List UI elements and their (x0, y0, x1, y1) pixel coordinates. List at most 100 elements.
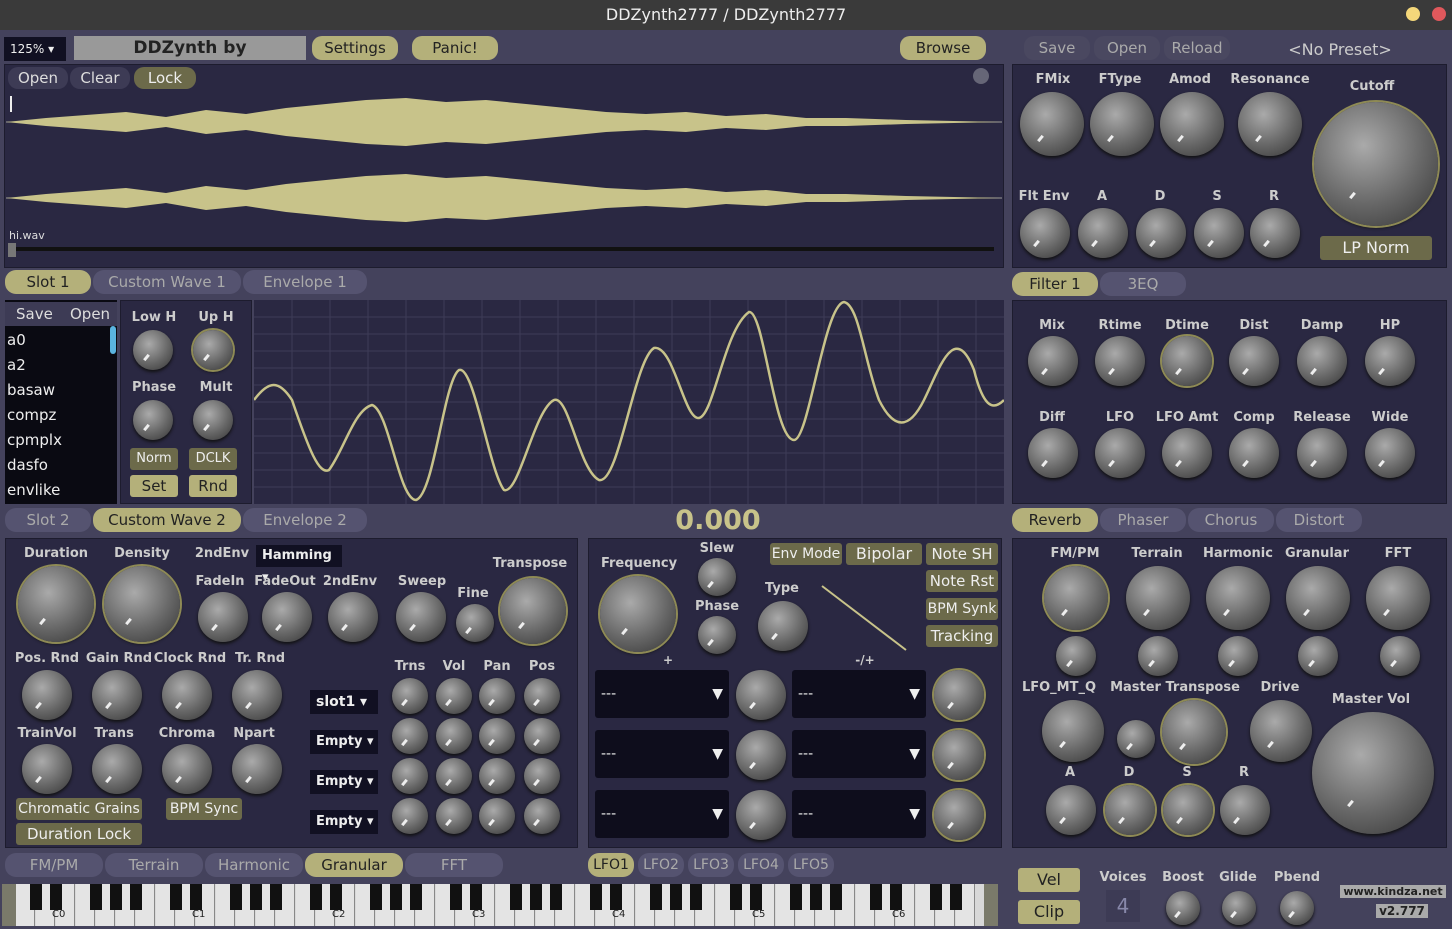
waveform-display[interactable] (6, 90, 1002, 240)
lfo-target-select[interactable]: --- ▼ (792, 790, 926, 838)
tab-lfo4[interactable]: LFO4 (738, 853, 784, 877)
website-link[interactable]: www.kindza.net (1340, 885, 1446, 898)
window-select[interactable]: Hamming ▾ (256, 545, 342, 585)
tab-distort[interactable]: Distort (1276, 508, 1362, 532)
pos-knob[interactable] (524, 758, 560, 794)
lfo-mt-q-knob[interactable] (1042, 700, 1104, 762)
tab-custom-wave-1[interactable]: Custom Wave 1 (93, 270, 241, 294)
mult-knob[interactable] (193, 400, 233, 440)
pan-knob[interactable] (479, 758, 515, 794)
custom-wave-graph[interactable] (254, 300, 1004, 504)
list-item[interactable]: compz (7, 403, 62, 428)
black-key[interactable] (270, 884, 282, 910)
flt-d-knob[interactable] (1136, 208, 1186, 258)
harmonic-mix-knob[interactable] (1206, 566, 1270, 630)
fx-lfo-knob[interactable] (1095, 428, 1145, 478)
list-item[interactable]: a2 (7, 353, 62, 378)
black-key[interactable] (370, 884, 382, 910)
list-item[interactable]: a0 (7, 328, 62, 353)
voices-field[interactable]: 4 (1106, 890, 1140, 922)
transpose-fine-knob[interactable] (1117, 720, 1155, 758)
2ndenv-knob[interactable] (328, 592, 378, 642)
black-key[interactable] (130, 884, 142, 910)
pan-knob[interactable] (479, 798, 515, 834)
black-key[interactable] (230, 884, 242, 910)
duration-lock-button[interactable]: Duration Lock (16, 823, 142, 845)
tab-chorus[interactable]: Chorus (1188, 508, 1274, 532)
trns-knob[interactable] (392, 758, 428, 794)
wave-list[interactable]: a0 a2 basaw compz cpmplx dasfo envlike (7, 328, 62, 503)
terrain-mix-knob[interactable] (1126, 566, 1190, 630)
vel-button[interactable]: Vel (1018, 868, 1080, 892)
black-key[interactable] (170, 884, 182, 910)
sweep-knob[interactable] (396, 592, 446, 642)
black-key[interactable] (950, 884, 962, 910)
bpm-synk-button[interactable]: BPM Synk (926, 598, 998, 620)
vol-knob[interactable] (436, 678, 472, 714)
lfo-target-select[interactable]: --- ▼ (595, 730, 729, 778)
pan-knob[interactable] (479, 678, 515, 714)
settings-button[interactable]: Settings (312, 36, 398, 60)
black-key[interactable] (510, 884, 522, 910)
pan-knob[interactable] (479, 718, 515, 754)
density-knob[interactable] (104, 566, 180, 642)
bipolar-button[interactable]: Bipolar (846, 543, 922, 565)
clip-button[interactable]: Clip (1018, 900, 1080, 924)
preset-reload-button[interactable]: Reload (1164, 36, 1230, 60)
tab-harmonic[interactable]: Harmonic (205, 853, 303, 877)
master-s-knob[interactable] (1163, 785, 1213, 835)
black-key[interactable] (830, 884, 842, 910)
black-key[interactable] (650, 884, 662, 910)
fx-diff-knob[interactable] (1028, 428, 1078, 478)
frequency-knob[interactable] (600, 576, 676, 652)
lfo-amount-knob[interactable] (934, 790, 984, 840)
lfo-target-select[interactable]: --- ▼ (595, 670, 729, 718)
tab-envelope-1[interactable]: Envelope 1 (243, 270, 367, 294)
lfo-type-knob[interactable] (758, 601, 808, 651)
train-select-4[interactable]: Empty ▾ (310, 810, 378, 834)
flt-r-knob[interactable] (1250, 208, 1300, 258)
granular-mix-knob[interactable] (1286, 566, 1350, 630)
fine-knob[interactable] (456, 604, 494, 642)
tab-filter-1[interactable]: Filter 1 (1012, 272, 1098, 296)
tab-fft[interactable]: FFT (405, 853, 503, 877)
rnd-button[interactable]: Rnd (189, 475, 237, 497)
black-key[interactable] (30, 884, 42, 910)
flt-s-knob[interactable] (1194, 208, 1244, 258)
fmpm-mix-knob[interactable] (1044, 566, 1108, 630)
panic-button[interactable]: Panic! (412, 36, 498, 60)
ftype-knob[interactable] (1090, 92, 1154, 156)
trans-knob[interactable] (92, 744, 142, 794)
wave-zoom-knob[interactable] (973, 68, 989, 84)
npart-knob[interactable] (232, 744, 282, 794)
vol-knob[interactable] (436, 798, 472, 834)
pos-knob[interactable] (524, 718, 560, 754)
terrain-sub-knob[interactable] (1138, 636, 1178, 676)
fadeout-knob[interactable] (262, 592, 312, 642)
wave-open-button[interactable]: Open (8, 67, 68, 89)
dclk-button[interactable]: DCLK (189, 448, 237, 470)
vol-knob[interactable] (436, 718, 472, 754)
black-key[interactable] (190, 884, 202, 910)
list-item[interactable]: dasfo (7, 453, 62, 478)
lfo-target-select[interactable]: --- ▼ (792, 670, 926, 718)
train-select-2[interactable]: Empty ▾ (310, 730, 378, 754)
piano-keyboard[interactable] (2, 884, 998, 926)
granular-sub-knob[interactable] (1298, 636, 1338, 676)
fx-wide-knob[interactable] (1365, 428, 1415, 478)
tab-lfo5[interactable]: LFO5 (788, 853, 834, 877)
minimize-button[interactable] (1406, 7, 1420, 21)
resonance-knob[interactable] (1238, 92, 1302, 156)
tab-slot-1[interactable]: Slot 1 (5, 270, 91, 294)
black-key[interactable] (610, 884, 622, 910)
note-sh-button[interactable]: Note SH (926, 543, 998, 565)
low-h-knob[interactable] (133, 330, 173, 370)
fadein-knob[interactable] (198, 592, 248, 642)
wave-list-open[interactable]: Open (70, 305, 110, 323)
fx-mix-knob[interactable] (1028, 336, 1078, 386)
master-r-knob[interactable] (1220, 785, 1270, 835)
transpose-knob[interactable] (500, 578, 566, 644)
fx-release-knob[interactable] (1297, 428, 1347, 478)
fx-comp-knob[interactable] (1229, 428, 1279, 478)
black-key[interactable] (250, 884, 262, 910)
